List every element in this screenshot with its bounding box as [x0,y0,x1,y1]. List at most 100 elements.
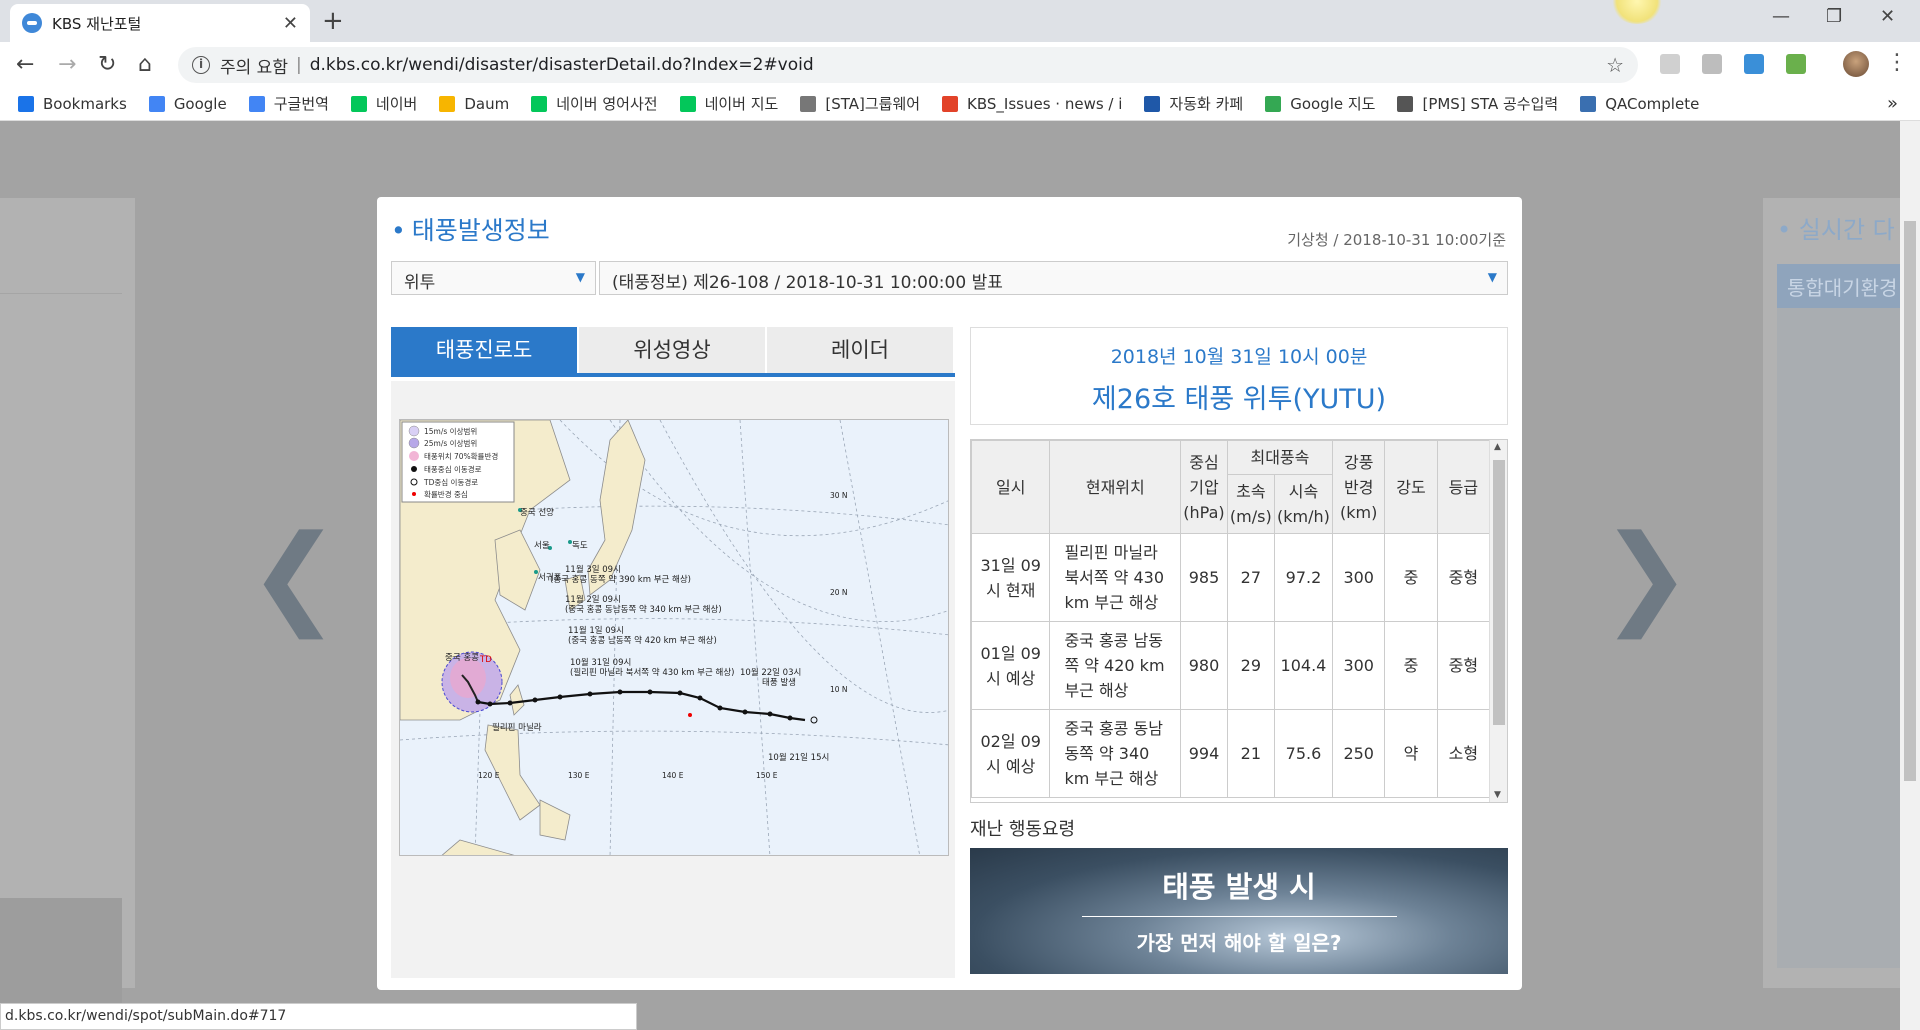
bookmark-item[interactable]: [PMS] STA 공수입력 [1397,93,1558,114]
close-window-icon[interactable]: ✕ [1880,6,1895,27]
bookmark-icon [800,95,817,112]
map-label-manila: 필리핀 마닐라 [492,722,542,733]
next-arrow-icon[interactable]: ❯ [1600,511,1692,639]
map-label-hongkong: 중국 홍콩 [445,652,479,663]
extension-icon[interactable] [1786,54,1806,74]
extension-icon[interactable] [1744,54,1764,74]
extension-icon[interactable] [1660,54,1680,74]
new-tab-button[interactable]: + [322,6,344,36]
banner-divider [1081,916,1397,917]
bookmark-item[interactable]: KBS_Issues · news / i [942,95,1122,113]
minimize-icon[interactable]: — [1772,6,1790,27]
bookmark-label: 네이버 지도 [704,95,779,113]
bookmark-item[interactable]: 네이버 지도 [679,93,779,114]
prev-arrow-icon[interactable]: ❮ [248,511,340,639]
cell-location: 중국 홍콩 남동쪽 약 420 km 부근 해상 [1049,621,1182,710]
bookmark-item[interactable]: [STA]그룹웨어 [800,93,920,114]
page-scrollbar-thumb[interactable] [1904,221,1916,781]
profile-avatar[interactable] [1843,51,1869,77]
map-label-oct22: 10월 22일 03시 [740,667,801,678]
bulletin-select-value: (태풍정보) 제26-108 / 2018-10-31 10:00:00 발표 [612,273,1003,293]
cell-kmh: 97.2 [1273,533,1334,622]
bookmark-label: Google [173,94,227,113]
map-label-oct31: 10월 31일 09시 [570,657,631,668]
maximize-icon[interactable]: ❐ [1826,6,1842,27]
bookmark-icon [248,95,265,112]
map-label-shenyang: 중국 선양 [520,507,554,518]
bookmark-item[interactable]: 네이버 영어사전 [531,93,658,114]
tab-satellite[interactable]: 위성영상 [579,327,767,373]
table-scrollbar[interactable]: ▲ ▼ [1489,440,1507,802]
action-guide-banner[interactable]: 태풍 발생 시 가장 먼저 해야 할 일은? [970,848,1508,974]
home-icon[interactable]: ⌂ [138,52,152,77]
bookmark-label: 네이버 영어사전 [556,95,658,113]
page-scrollbar[interactable] [1900,121,1920,1030]
close-tab-icon[interactable]: ✕ [283,13,298,34]
bookmark-label: 자동화 카페 [1169,95,1244,113]
kebab-menu-icon[interactable]: ⋮ [1886,50,1908,75]
address-separator: | [295,55,302,75]
typhoon-select[interactable]: 위투 ▼ [391,261,596,295]
map-label-nov1-desc: (중국 홍콩 남동쪽 약 420 km 부근 해상) [568,635,717,646]
bookmark-label: Bookmarks [43,94,127,113]
map-label-td: TD [479,655,492,665]
extension-icon[interactable] [1702,54,1722,74]
bookmark-item[interactable]: 네이버 [350,93,417,114]
tab-title: KBS 재난포털 [52,14,142,33]
back-icon[interactable]: ← [16,52,34,77]
cell-grade: 중형 [1436,621,1491,710]
bookmark-item[interactable]: 구글번역 [248,93,329,114]
bookmark-item[interactable]: Google 지도 [1265,93,1375,114]
scroll-up-icon[interactable]: ▲ [1494,442,1501,452]
bookmark-item[interactable]: 자동화 카페 [1144,93,1243,114]
th-maxwind: 최대풍속 [1226,440,1334,475]
sun-decoration [1612,0,1662,24]
scroll-down-icon[interactable]: ▼ [1494,790,1501,800]
info-icon[interactable]: i [192,56,210,74]
bookmark-item[interactable]: QAComplete [1580,95,1699,113]
cell-radius: 300 [1332,621,1386,710]
bookmark-icon [350,95,367,112]
table-scrollbar-thumb[interactable] [1493,460,1505,725]
background-realtime-header: • 실시간 다 [1777,216,1895,244]
typhoon-track-map[interactable]: 15m/s 이상범위 25m/s 이상범위 태풍위치 70%확률반경 태풍중심 … [399,419,949,856]
cell-grade: 소형 [1436,709,1491,798]
address-bar[interactable]: i 주의 요함 | d.kbs.co.kr/wendi/disaster/dis… [178,47,1638,83]
bookmark-item[interactable]: Bookmarks [18,95,127,113]
background-air-quality: 통합대기환경 [1777,264,1920,308]
cell-strength: 중 [1384,533,1438,622]
bulletin-select[interactable]: (태풍정보) 제26-108 / 2018-10-31 10:00:00 발표 … [599,261,1508,295]
tab-track-map[interactable]: 태풍진로도 [391,327,579,373]
bookmark-icon [439,95,456,112]
forward-icon[interactable]: → [58,52,76,77]
cell-kmh: 75.6 [1273,709,1334,798]
map-label-lon140: 140 E [662,771,684,780]
map-label-oct31-desc: (필리핀 마닐라 북서쪽 약 430 km 부근 해상) [570,667,734,678]
legend-25ms: 25m/s 이상범위 [424,438,477,448]
map-label-lon120: 120 E [478,771,500,780]
url-text[interactable]: d.kbs.co.kr/wendi/disaster/disasterDetai… [310,55,814,75]
chevron-down-icon: ▼ [575,270,585,284]
bookmark-icon [531,95,548,112]
th-strength: 강도 [1384,440,1438,534]
th-ms: 초속 (m/s) [1226,474,1275,534]
map-label-oct22-desc: 태풍 발생 [762,677,796,688]
tab-radar[interactable]: 레이더 [767,327,955,373]
th-time: 일시 [971,440,1051,534]
bookmark-item[interactable]: Google [148,94,227,113]
bookmark-icon [18,95,34,112]
bookmark-item[interactable]: Daum [439,95,509,113]
bookmark-label: KBS_Issues · news / i [967,94,1123,113]
track-map-panel: 15m/s 이상범위 25m/s 이상범위 태풍위치 70%확률반경 태풍중심 … [391,381,955,978]
bookmark-star-icon[interactable]: ☆ [1606,53,1624,77]
browser-tab[interactable]: KBS 재난포털 ✕ [10,4,310,42]
bookmark-icon [1144,95,1161,112]
browser-toolbar: ← → ↻ ⌂ i 주의 요함 | d.kbs.co.kr/wendi/disa… [0,42,1920,87]
bookmarks-overflow-icon[interactable]: » [1887,93,1898,114]
bookmark-icon [942,95,959,112]
background-card-right: • 실시간 다 통합대기환경 [1763,198,1920,988]
map-label-dokdo: 독도 [572,541,588,551]
reload-icon[interactable]: ↻ [98,52,116,77]
bookmark-icon [1580,95,1597,112]
forecast-table-container[interactable]: 일시 현재위치 중심 기압 (hPa) 최대풍속 강풍 반경 (km) 강도 등… [970,439,1508,803]
